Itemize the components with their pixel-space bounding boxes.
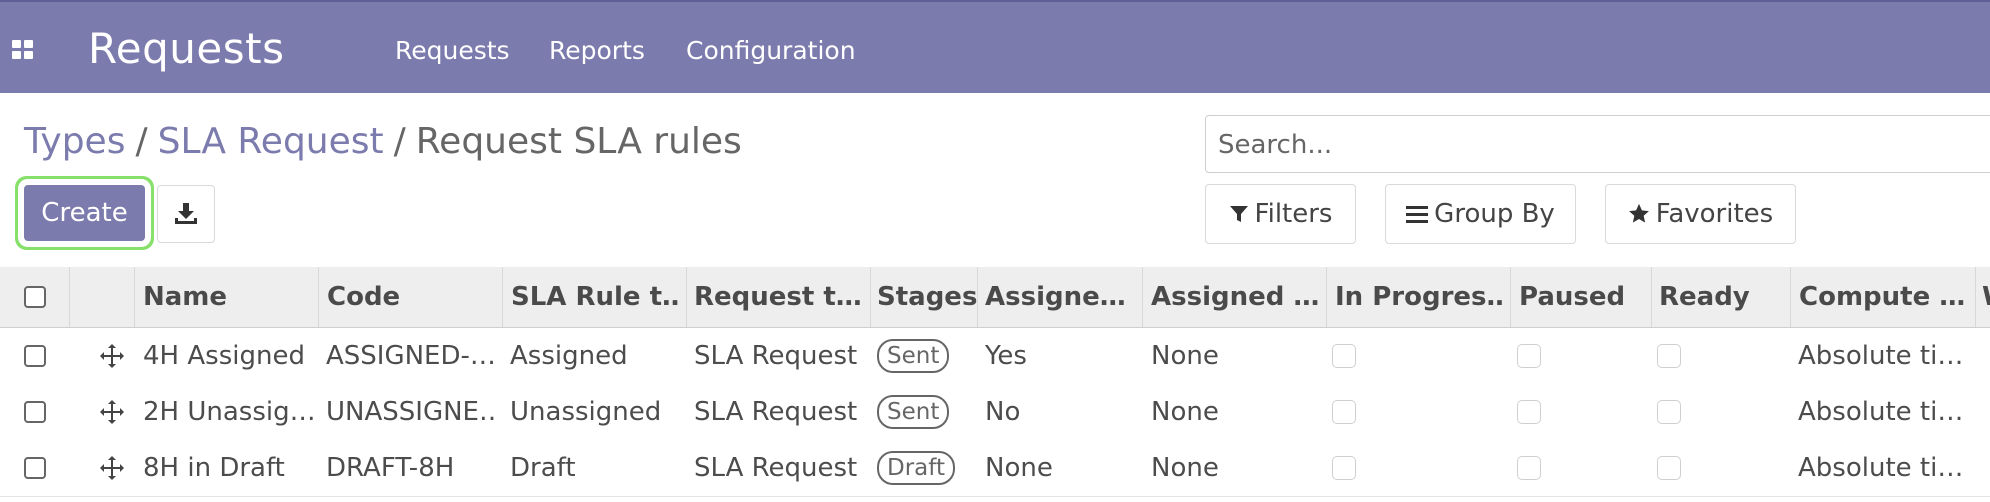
table-row[interactable]: 4H Assigned ASSIGNED-… Assigned SLA Requ… [0,328,1990,385]
filter-icon [1229,206,1248,222]
cell-stage: Sent [877,384,950,440]
cell-in-progress-checkbox[interactable] [1332,384,1356,440]
cell-assigned: None [985,453,1053,483]
cell-sla-rule-type: Draft [510,453,576,483]
cell-assigned-to: None [1151,397,1219,427]
stage-badge: Draft [877,451,955,485]
column-request-type[interactable]: Request t… [694,267,864,327]
drag-handle-icon[interactable] [99,440,125,496]
cell-sla-rule-type: Assigned [510,341,628,371]
cell-request-type: SLA Request [694,397,858,427]
column-stages[interactable]: Stages [877,267,977,327]
cell-request-type: SLA Request [694,453,858,483]
cell-name: 4H Assigned [143,341,305,371]
group-by-button[interactable]: Group By [1385,184,1576,244]
search-input[interactable]: Search... [1205,115,1990,173]
grid-icon[interactable] [12,40,34,60]
cell-ready-checkbox[interactable] [1657,384,1681,440]
column-code[interactable]: Code [327,267,497,327]
row-checkbox[interactable] [24,440,46,496]
create-button[interactable]: Create [24,185,145,241]
breadcrumb-sla-request[interactable]: SLA Request [158,121,384,162]
column-in-progress[interactable]: In Progres… [1335,267,1505,327]
column-assigned[interactable]: Assigne… [985,267,1135,327]
cell-compute: Absolute ti… [1798,397,1963,427]
column-compute[interactable]: Compute … [1799,267,1969,327]
stage-badge: Sent [877,339,950,373]
cell-ready-checkbox[interactable] [1657,328,1681,384]
filters-label: Filters [1254,199,1333,229]
cell-code: ASSIGNED-… [326,341,496,371]
app-title[interactable]: Requests [88,24,285,73]
bars-icon [1406,206,1429,223]
column-name[interactable]: Name [143,267,313,327]
drag-handle-icon[interactable] [99,384,125,440]
cell-assigned-to: None [1151,341,1219,371]
cell-stage: Draft [877,440,955,496]
breadcrumb: Types / SLA Request / Request SLA rules [24,121,742,162]
cell-request-type: SLA Request [694,341,858,371]
breadcrumb-types[interactable]: Types [24,121,125,162]
cell-name: 2H Unassig… [143,397,313,427]
breadcrumb-separator: / [393,121,406,162]
breadcrumb-current: Request SLA rules [415,121,742,162]
table-row[interactable]: 8H in Draft DRAFT-8H Draft SLA Request D… [0,440,1990,497]
control-panel: Types / SLA Request / Request SLA rules Crea… [0,93,1990,267]
menu-requests[interactable]: Requests [395,36,510,65]
row-checkbox[interactable] [24,328,46,384]
cell-sla-rule-type: Unassigned [510,397,662,427]
filters-button[interactable]: Filters [1205,184,1356,244]
cell-name: 8H in Draft [143,453,285,483]
cell-paused-checkbox[interactable] [1517,328,1541,384]
cell-code: DRAFT-8H [326,453,455,483]
column-assigned-to[interactable]: Assigned … [1151,267,1321,327]
cell-paused-checkbox[interactable] [1517,384,1541,440]
cell-assigned: Yes [985,341,1027,371]
select-all-checkbox[interactable] [24,267,46,327]
table-row[interactable]: 2H Unassig… UNASSIGNE… Unassigned SLA Re… [0,384,1990,441]
top-navbar: Requests Requests Reports Configuration [0,0,1990,93]
star-icon [1628,203,1649,223]
export-button[interactable] [157,185,215,243]
cell-compute: Absolute ti… [1798,341,1963,371]
column-paused[interactable]: Paused [1519,267,1639,327]
menu-configuration[interactable]: Configuration [686,36,856,65]
table-header: Name Code SLA Rule t… Request t… Stages … [0,267,1990,328]
row-checkbox[interactable] [24,384,46,440]
cell-paused-checkbox[interactable] [1517,440,1541,496]
cell-assigned-to: None [1151,453,1219,483]
cell-code: UNASSIGNE… [326,397,496,427]
menu-reports[interactable]: Reports [549,36,645,65]
cell-in-progress-checkbox[interactable] [1332,328,1356,384]
favorites-label: Favorites [1655,199,1774,229]
cell-ready-checkbox[interactable] [1657,440,1681,496]
column-w[interactable]: W [1982,267,1990,327]
cell-stage: Sent [877,328,950,384]
cell-assigned: No [985,397,1021,427]
column-ready[interactable]: Ready [1659,267,1779,327]
breadcrumb-separator: / [135,121,148,162]
download-icon [175,203,197,224]
cell-in-progress-checkbox[interactable] [1332,440,1356,496]
stage-badge: Sent [877,395,950,429]
column-sla-rule-type[interactable]: SLA Rule t… [511,267,681,327]
group-by-label: Group By [1434,199,1555,229]
favorites-button[interactable]: Favorites [1605,184,1796,244]
drag-handle-icon[interactable] [99,328,125,384]
cell-compute: Absolute ti… [1798,453,1963,483]
